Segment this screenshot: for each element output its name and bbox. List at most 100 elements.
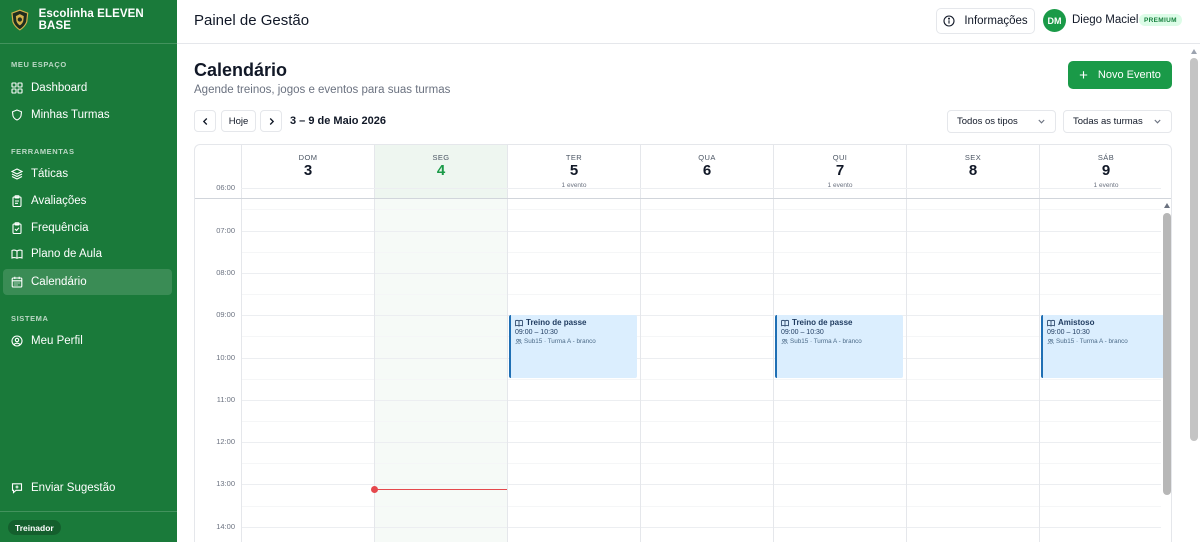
user-name[interactable]: Diego Maciel [1072, 14, 1138, 26]
suggestion-button[interactable]: Enviar Sugestão [3, 475, 172, 501]
sidebar-item-label: Plano de Aula [31, 248, 102, 260]
clipboard-check-icon [12, 222, 22, 234]
new-event-label: Novo Evento [1097, 69, 1161, 81]
event-title-text: Treino de passe [526, 318, 587, 327]
premium-badge: PREMIUM [1139, 14, 1182, 26]
prev-week-button[interactable] [194, 110, 216, 132]
day-of-week: QUI [832, 153, 848, 162]
current-time-line [374, 489, 507, 490]
time-label: 09:00 [216, 310, 235, 319]
scroll-thumb[interactable] [1163, 213, 1171, 495]
user-circle-icon [11, 335, 23, 347]
calendar-scrollbar[interactable] [1161, 199, 1171, 542]
time-grid[interactable]: 06:00 07:00 08:00 09:00 10:00 11:00 12:00 13:00… [195, 183, 1171, 542]
event-meta: Sub15 · Turma A - branco [1047, 338, 1165, 345]
today-button[interactable]: Hoje [221, 110, 256, 132]
calendar-event[interactable]: Treino de passe 09:00 – 10:30 Sub15 · Turm… [509, 315, 637, 378]
event-meta: Sub15 · Turma A - branco [781, 338, 899, 345]
day-header[interactable]: DOM 3 [241, 145, 374, 198]
section-label-sistema: SISTEMA [11, 314, 49, 323]
brand[interactable]: Escolinha ELEVEN BASE [10, 8, 177, 32]
hour-line [241, 484, 1161, 485]
sidebar-item-label: Meu Perfil [31, 335, 83, 347]
day-number: 9 [1101, 162, 1111, 179]
section-label-ferramentas: FERRAMENTAS [11, 147, 75, 156]
sidebar-item-frequencia[interactable]: Frequência [3, 215, 172, 241]
book-icon [781, 319, 789, 326]
avatar[interactable]: DM [1043, 9, 1066, 32]
sidebar-item-label: Calendário [31, 276, 87, 288]
club-crest-icon [11, 9, 29, 31]
time-label: 07:00 [216, 226, 235, 235]
sidebar-item-minhas-turmas[interactable]: Minhas Turmas [3, 102, 172, 128]
hour-line [241, 315, 1161, 316]
next-week-button[interactable] [260, 110, 282, 132]
new-event-button[interactable]: + Novo Evento [1068, 61, 1172, 89]
hour-line [241, 527, 1161, 528]
hour-line [241, 442, 1161, 443]
date-range: 3 – 9 de Maio 2026 [290, 115, 386, 127]
day-number: 4 [436, 162, 446, 179]
brand-name: Escolinha ELEVEN BASE [38, 8, 144, 32]
column-line [241, 199, 242, 542]
day-header[interactable]: QUI 7 1 evento [773, 145, 906, 198]
day-header[interactable]: TER 5 1 evento [507, 145, 640, 198]
event-time: 09:00 – 10:30 [1047, 329, 1090, 336]
day-of-week: SEX [964, 153, 982, 162]
half-hour-line [241, 421, 1161, 422]
day-header[interactable]: SÁB 9 1 evento [1039, 145, 1171, 198]
clipboard-icon [12, 195, 22, 207]
scroll-up-icon[interactable] [1191, 49, 1197, 54]
sidebar-item-avaliacoes[interactable]: Avaliações [3, 188, 172, 214]
layers-icon [11, 168, 23, 180]
calendar-subtitle: Agende treinos, jogos e eventos para sua… [194, 84, 451, 96]
day-of-week: DOM [298, 153, 318, 162]
plus-icon: + [1079, 66, 1088, 84]
day-of-week: TER [565, 153, 583, 162]
event-meta: Sub15 · Turma A - branco [515, 338, 633, 345]
event-title: Amistoso [1047, 318, 1165, 327]
day-header[interactable]: SEX 8 [906, 145, 1039, 198]
suggestion-label: Enviar Sugestão [31, 482, 116, 494]
hour-line [241, 358, 1161, 359]
calendar-event[interactable]: Amistoso 09:00 – 10:30 Sub15 · Turma A - b… [1041, 315, 1169, 378]
time-label: 06:00 [216, 183, 235, 192]
scroll-up-icon[interactable] [1164, 203, 1170, 208]
grid-icon [11, 82, 23, 94]
day-number: 5 [569, 162, 579, 179]
event-title-text: Treino de passe [792, 318, 853, 327]
sidebar-item-label: Avaliações [31, 195, 87, 207]
half-hour-line [241, 336, 1161, 337]
time-label: 11:00 [216, 395, 235, 404]
sidebar-item-label: Táticas [31, 168, 69, 180]
page-scrollbar[interactable] [1188, 44, 1200, 542]
calendar-event[interactable]: Treino de passe 09:00 – 10:30 Sub15 · Turm… [775, 315, 903, 378]
shield-icon [11, 109, 23, 121]
users-icon [515, 338, 522, 345]
column-line [640, 199, 641, 542]
calendar-title: Calendário [194, 60, 288, 80]
hour-line [241, 188, 1161, 189]
class-filter-select[interactable]: Todas as turmas [1063, 110, 1172, 133]
sidebar-item-dashboard[interactable]: Dashboard [3, 75, 172, 101]
half-hour-line [241, 506, 1161, 507]
sidebar-item-taticas[interactable]: Táticas [3, 161, 172, 187]
class-filter-value: Todas as turmas [1073, 116, 1143, 127]
sidebar-item-calendario[interactable]: Calendário [3, 269, 172, 295]
event-meta-text: Sub15 · Turma A - branco [524, 338, 596, 345]
info-button[interactable]: Informações [936, 8, 1035, 34]
sidebar-item-meu-perfil[interactable]: Meu Perfil [3, 328, 172, 354]
week-calendar: DOM 3 SEG 4 TER 5 1 evento QUA 6 QUI 7 1 evento SEX 8… [194, 144, 1172, 542]
day-header[interactable]: QUA 6 [640, 145, 773, 198]
event-time: 09:00 – 10:30 [515, 329, 558, 336]
sidebar-item-label: Minhas Turmas [31, 109, 110, 121]
sidebar-item-label: Frequência [31, 222, 89, 234]
column-line [906, 199, 907, 542]
day-header[interactable]: SEG 4 [374, 145, 507, 198]
type-filter-select[interactable]: Todos os tipos [947, 110, 1056, 133]
event-meta-text: Sub15 · Turma A - branco [790, 338, 862, 345]
hour-line [241, 273, 1161, 274]
day-of-week: SÁB [1097, 153, 1115, 162]
sidebar-item-plano-de-aula[interactable]: Plano de Aula [3, 241, 172, 267]
scroll-thumb[interactable] [1190, 58, 1198, 441]
